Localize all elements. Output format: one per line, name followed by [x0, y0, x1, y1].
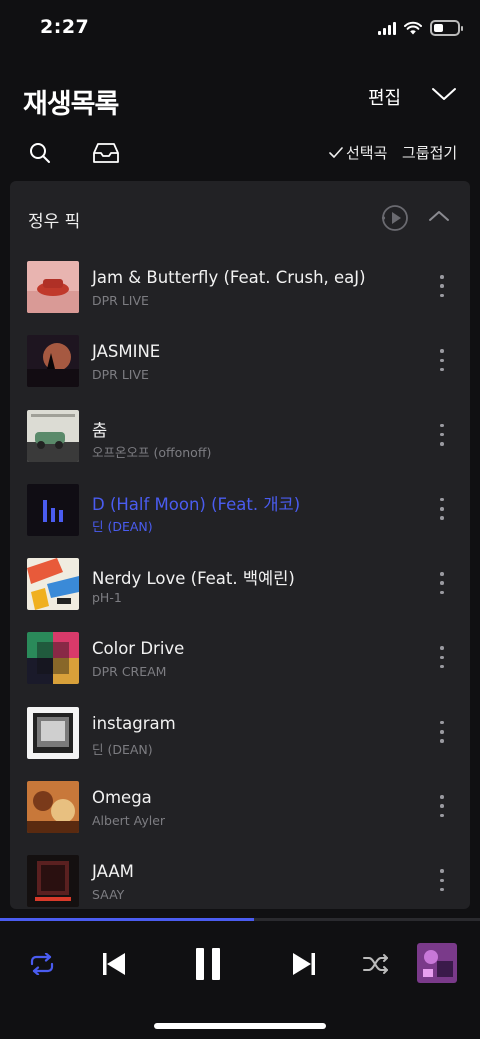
select-tracks-label: 선택곡 — [346, 144, 388, 162]
more-icon[interactable] — [438, 349, 446, 372]
track-artist: 오프온오프 (offonoff) — [92, 444, 212, 460]
status-icons — [378, 20, 463, 36]
album-cover — [27, 409, 79, 462]
track-item[interactable]: JASMINE DPR LIVE — [10, 327, 470, 401]
track-title: Nerdy Love (Feat. 백예린) — [92, 569, 295, 589]
more-icon[interactable] — [438, 275, 446, 297]
more-icon[interactable] — [438, 646, 446, 669]
home-indicator — [154, 1023, 326, 1029]
battery-icon — [430, 20, 463, 36]
signal-icon — [378, 21, 396, 35]
select-tracks-button[interactable]: 선택곡 — [329, 142, 387, 163]
track-title: 춤 — [92, 420, 108, 440]
track-item[interactable]: instagram 딘 (DEAN) — [10, 699, 470, 773]
track-item[interactable]: Color Drive DPR CREAM — [10, 624, 470, 698]
more-icon[interactable] — [438, 497, 446, 520]
track-title: JASMINE — [92, 342, 161, 362]
next-icon — [293, 953, 315, 975]
track-title: D (Half Moon) (Feat. 개코) — [92, 494, 301, 514]
pause-button[interactable] — [190, 936, 226, 992]
previous-button[interactable] — [98, 936, 130, 992]
page-title: 재생목록 — [23, 89, 119, 120]
search-icon[interactable] — [28, 141, 52, 165]
toolbar: 선택곡 그룹접기 — [0, 138, 480, 170]
track-item[interactable]: Nerdy Love (Feat. 백예린) pH-1 — [10, 550, 470, 624]
player-controls — [0, 936, 480, 992]
status-bar: 2:27 — [0, 0, 480, 56]
shuffle-button[interactable] — [360, 936, 392, 992]
repeat-icon — [30, 953, 54, 975]
album-cover — [27, 632, 79, 685]
playback-progress-fill — [0, 918, 255, 921]
more-icon[interactable] — [438, 720, 446, 743]
playback-progress-bar[interactable] — [0, 918, 480, 921]
more-icon[interactable] — [438, 795, 446, 818]
chevron-down-icon[interactable] — [430, 84, 458, 104]
more-icon[interactable] — [438, 869, 446, 892]
track-title: instagram — [92, 713, 176, 733]
track-item[interactable]: Jam & Butterfly (Feat. Crush, eaJ) DPR L… — [10, 253, 470, 327]
track-item[interactable]: 춤 오프온오프 (offonoff) — [10, 402, 470, 476]
track-title: JAAM — [92, 862, 134, 882]
pause-icon — [196, 948, 220, 980]
header: 재생목록 편집 — [0, 74, 480, 124]
album-cover — [27, 558, 79, 611]
chevron-up-icon[interactable] — [428, 209, 450, 223]
inbox-icon[interactable] — [92, 141, 120, 165]
album-cover — [27, 706, 79, 759]
status-time: 2:27 — [40, 16, 90, 38]
album-cover — [27, 855, 79, 908]
track-artist: Albert Ayler — [92, 813, 166, 829]
track-list: Jam & Butterfly (Feat. Crush, eaJ) DPR L… — [10, 253, 470, 909]
track-title: Color Drive — [92, 639, 185, 659]
now-playing-cover[interactable] — [417, 943, 457, 983]
track-artist: DPR LIVE — [92, 367, 149, 383]
previous-icon — [103, 953, 125, 975]
edit-button[interactable]: 편집 — [368, 84, 401, 110]
wifi-icon — [404, 21, 422, 35]
track-artist: pH-1 — [92, 590, 122, 606]
album-cover — [27, 781, 79, 834]
playlist-group: 정우 픽 Jam & Butterfly (Feat. Crush, eaJ) … — [10, 181, 470, 909]
track-artist: SAAY — [92, 887, 125, 903]
track-title: Jam & Butterfly (Feat. Crush, eaJ) — [92, 268, 366, 287]
play-group-icon[interactable] — [380, 203, 410, 233]
now-playing-equalizer-icon — [43, 499, 63, 522]
more-icon[interactable] — [438, 572, 446, 595]
album-cover — [27, 335, 79, 388]
track-item[interactable]: JAAM SAAY — [10, 847, 470, 909]
more-icon[interactable] — [438, 423, 446, 446]
track-item[interactable]: Omega Albert Ayler — [10, 773, 470, 847]
shuffle-icon — [363, 954, 388, 974]
track-artist: DPR CREAM — [92, 664, 167, 680]
track-item-now-playing[interactable]: D (Half Moon) (Feat. 개코) 딘 (DEAN) — [10, 476, 470, 550]
next-button[interactable] — [288, 936, 320, 992]
collapse-groups-button[interactable]: 그룹접기 — [402, 142, 457, 163]
group-title: 정우 픽 — [28, 212, 81, 232]
album-cover — [27, 261, 79, 313]
track-artist: DPR LIVE — [92, 293, 149, 308]
track-artist: 딘 (DEAN) — [92, 741, 153, 757]
check-icon — [329, 146, 343, 158]
repeat-button[interactable] — [24, 936, 60, 992]
track-title: Omega — [92, 788, 152, 808]
track-artist: 딘 (DEAN) — [92, 518, 153, 534]
